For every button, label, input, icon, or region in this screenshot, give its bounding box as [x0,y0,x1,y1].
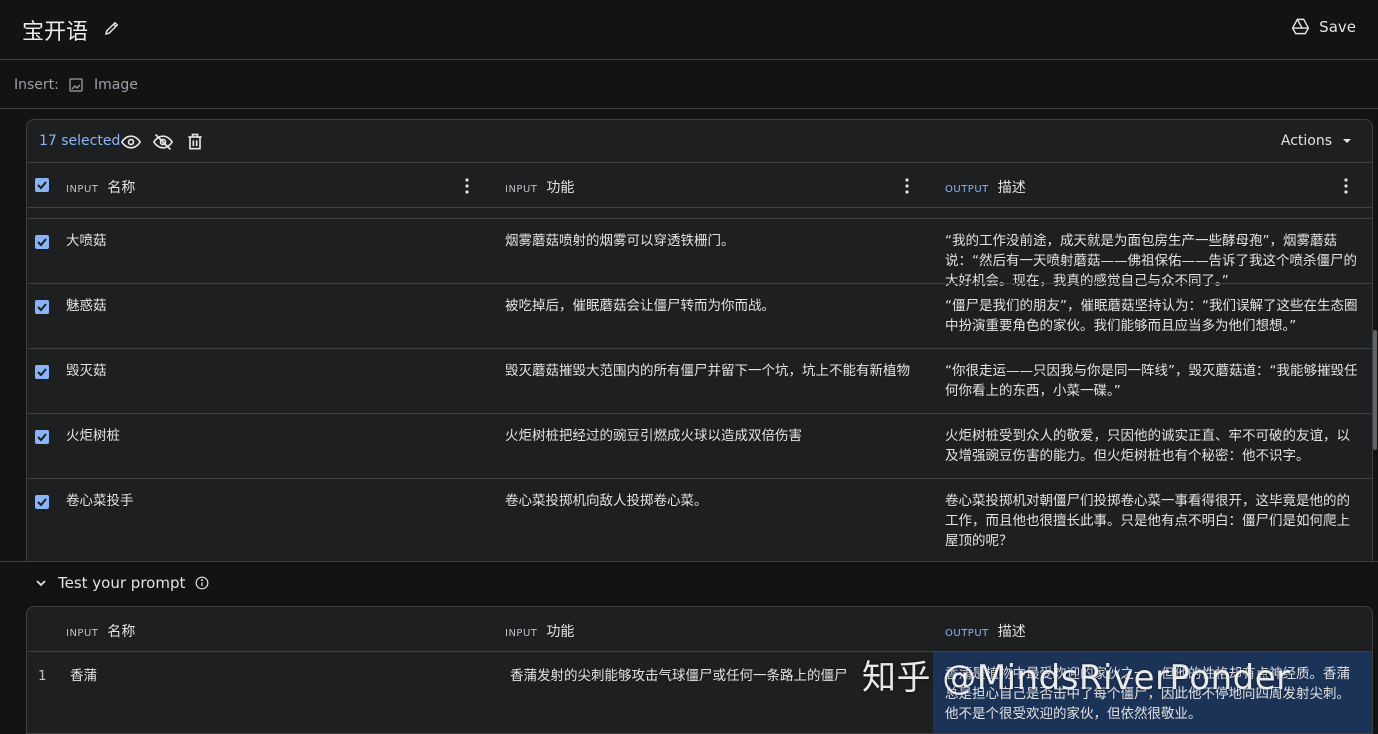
table-body: 大喷菇 烟雾蘑菇喷射的烟雾可以穿透铁栅门。 “我的工作没前途，成天就是为面包房生… [27,218,1372,549]
watermark: 知乎 @MindsRiverPonder [862,658,1291,698]
check-icon [37,368,47,377]
selection-toolbar: 17 selected Actions [27,120,1372,163]
actions-dropdown[interactable]: Actions [1281,133,1352,149]
check-icon [37,498,47,507]
trash-icon[interactable] [185,132,205,152]
cell-description[interactable]: “僵尸是我们的朋友”，催眠蘑菇坚持认为：“我们误解了这些在生态圈中扮演重要角色的… [945,296,1363,336]
cell-name[interactable]: 火炬树桩 [66,426,120,446]
column-tag: OUTPUT [945,628,989,639]
table-row[interactable]: 毁灭菇 毁灭蘑菇摧毁大范围内的所有僵尸并留下一个坑，坑上不能有新植物 “你很走运… [27,348,1372,413]
cell-name[interactable]: 魅惑菇 [66,296,107,316]
image-icon [69,78,83,92]
drive-icon [1291,18,1310,35]
select-all-checkbox[interactable] [35,178,49,192]
cell-function[interactable]: 卷心菜投掷机向敌人投掷卷心菜。 [505,491,915,511]
row-checkbox[interactable] [35,300,49,314]
cell-description[interactable]: 卷心菜投掷机对朝僵尸们投掷卷心菜一事看得很开，这毕竟是他的的工作，而且他也很擅长… [945,491,1363,551]
column-title: 名称 [107,624,136,640]
insert-image-button[interactable]: Image [68,77,138,93]
cell-description[interactable]: “你很走运——只因我与你是同一阵线”，毁灭蘑菇道：“我能够摧毁任何你看上的东西，… [945,361,1363,401]
check-icon [37,433,47,442]
column-header-description: OUTPUT 描述 [945,177,1026,197]
row-checkbox[interactable] [35,430,49,444]
column-header-function: INPUT 功能 [505,177,574,197]
test-input-function[interactable]: 香蒲发射的尖刺能够攻击气球僵尸或任何一条路上的僵尸 [510,666,920,686]
more-vert-icon[interactable] [459,177,475,195]
column-title: 功能 [546,624,575,640]
column-tag: OUTPUT [945,184,989,195]
chevron-down-icon [36,580,46,587]
column-tag: INPUT [66,184,99,195]
scrollbar[interactable] [1373,330,1377,450]
table-header: INPUT 名称 INPUT 功能 OUTPUT 描述 [27,163,1372,208]
eye-icon[interactable] [121,132,141,152]
test-prompt-section: Test your prompt INPUT 名称 INPUT 功能 OUTPU… [0,561,1378,734]
insert-label: Insert: [14,77,59,93]
actions-label: Actions [1280,133,1332,149]
column-header-function: INPUT 功能 [505,621,574,641]
cell-function[interactable]: 烟雾蘑菇喷射的烟雾可以穿透铁栅门。 [505,231,915,251]
row-index: 1 [38,668,47,684]
test-input-name[interactable]: 香蒲 [70,666,97,686]
column-header-name: INPUT 名称 [66,177,135,197]
row-checkbox[interactable] [35,365,49,379]
check-icon [37,303,47,312]
row-checkbox[interactable] [35,495,49,509]
table-row[interactable]: 火炬树桩 火炬树桩把经过的豌豆引燃成火球以造成双倍伤害 火炬树桩受到众人的敬爱，… [27,413,1372,478]
cell-function[interactable]: 火炬树桩把经过的豌豆引燃成火球以造成双倍伤害 [505,426,915,446]
examples-table: 17 selected Actions INPUT 名称 INPUT 功能 OU… [26,119,1373,563]
table-row[interactable]: 魅惑菇 被吃掉后，催眠蘑菇会让僵尸转而为你而战。 “僵尸是我们的朋友”，催眠蘑菇… [27,283,1372,348]
test-table-header: INPUT 名称 INPUT 功能 OUTPUT 描述 [27,607,1372,652]
column-header-name: INPUT 名称 [66,621,135,641]
table-row[interactable]: 大喷菇 烟雾蘑菇喷射的烟雾可以穿透铁栅门。 “我的工作没前途，成天就是为面包房生… [27,218,1372,289]
eye-off-icon[interactable] [153,132,173,152]
more-vert-icon[interactable] [899,177,915,195]
save-label: Save [1319,17,1356,36]
cell-name[interactable]: 大喷菇 [66,231,107,251]
more-vert-icon[interactable] [1338,177,1354,195]
cell-name[interactable]: 毁灭菇 [66,361,107,381]
info-icon[interactable] [195,576,209,590]
row-checkbox[interactable] [35,235,49,249]
test-prompt-title: Test your prompt [58,574,186,592]
column-title: 描述 [997,180,1026,196]
column-header-description: OUTPUT 描述 [945,621,1026,641]
pencil-icon[interactable] [103,19,121,37]
save-button[interactable]: Save [1291,17,1356,36]
cell-name[interactable]: 卷心菜投手 [66,491,134,511]
test-prompt-toggle[interactable]: Test your prompt [34,574,209,592]
prompt-title: 宝开语 [22,20,89,45]
column-tag: INPUT [505,184,538,195]
selected-count: 17 selected [39,133,121,149]
check-icon [37,238,47,247]
check-icon [37,181,47,190]
cell-description[interactable]: 火炬树桩受到众人的敬爱，只因他的诚实正直、牢不可破的友谊，以及增强豌豆伤害的能力… [945,426,1363,466]
column-title: 功能 [546,180,575,196]
cell-function[interactable]: 毁灭蘑菇摧毁大范围内的所有僵尸并留下一个坑，坑上不能有新植物 [505,361,915,381]
insert-bar: Insert: Image [0,61,1378,109]
column-tag: INPUT [66,628,99,639]
top-bar: 宝开语 Save [0,0,1378,60]
column-title: 名称 [107,180,136,196]
cell-description[interactable]: “我的工作没前途，成天就是为面包房生产一些酵母孢”，烟雾蘑菇说：“然后有一天喷射… [945,231,1363,291]
insert-image-label: Image [94,77,138,93]
table-row[interactable]: 卷心菜投手 卷心菜投掷机向敌人投掷卷心菜。 卷心菜投掷机对朝僵尸们投掷卷心菜一事… [27,478,1372,549]
cell-function[interactable]: 被吃掉后，催眠蘑菇会让僵尸转而为你而战。 [505,296,915,316]
column-title: 描述 [997,624,1026,640]
column-tag: INPUT [505,628,538,639]
caret-down-icon [1343,139,1351,143]
